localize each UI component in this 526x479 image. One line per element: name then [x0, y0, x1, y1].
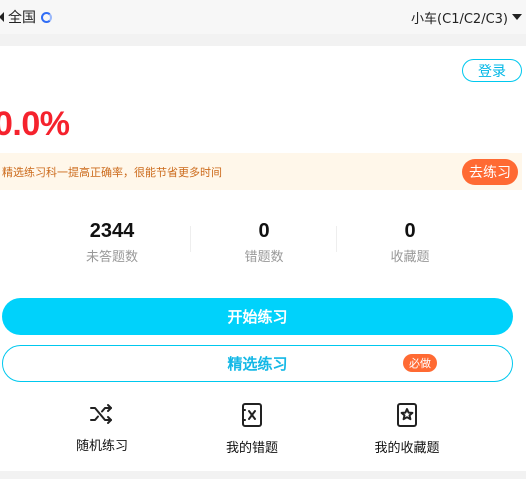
- login-button[interactable]: 登录: [462, 59, 522, 82]
- tip-text: 精选练习科一提高正确率，很能节省更多时间: [2, 166, 222, 179]
- wrong-note-icon: [242, 403, 262, 427]
- region-selector[interactable]: 全国: [0, 8, 52, 26]
- accuracy-rate: 0.0%: [0, 105, 70, 143]
- tool-label: 我的收藏题: [374, 441, 440, 456]
- my-favorites-entry[interactable]: 我的收藏题: [352, 402, 462, 456]
- stat-label: 错题数: [244, 250, 284, 265]
- stat-label: 未答题数: [85, 250, 138, 265]
- my-wrong-entry[interactable]: 我的错题: [197, 402, 307, 456]
- stat-value: 0: [258, 220, 270, 242]
- section-divider: [0, 34, 526, 46]
- go-practice-button[interactable]: 去练习: [462, 159, 518, 185]
- star-bookmark-icon: [397, 403, 417, 427]
- stat-divider: [336, 226, 337, 252]
- vehicle-selector[interactable]: 小车(C1/C2/C3): [411, 8, 522, 27]
- loading-ring-icon: [41, 11, 52, 23]
- shuffle-icon: [90, 404, 112, 424]
- stat-divider: [190, 226, 191, 252]
- tip-banner: 精选练习科一提高正确率，很能节省更多时间: [0, 153, 522, 190]
- chevron-down-icon: [512, 14, 522, 20]
- stat-unanswered[interactable]: 2344 未答题数: [42, 218, 182, 265]
- random-practice-entry[interactable]: 随机练习: [47, 402, 157, 454]
- start-practice-button[interactable]: 开始练习: [2, 298, 513, 335]
- top-bar: 全国 小车(C1/C2/C3): [0, 0, 526, 34]
- stat-label: 收藏题: [390, 250, 430, 265]
- tool-label: 我的错题: [225, 441, 278, 456]
- back-caret-icon: [0, 12, 4, 22]
- must-do-badge: 必做: [403, 354, 437, 372]
- stat-favorites[interactable]: 0 收藏题: [340, 218, 480, 265]
- region-label: 全国: [8, 10, 36, 26]
- tool-label: 随机练习: [75, 439, 128, 454]
- stat-value: 0: [404, 220, 416, 242]
- stat-value: 2344: [89, 220, 135, 242]
- vehicle-label: 小车(C1/C2/C3): [411, 11, 508, 27]
- section-divider: [0, 471, 526, 479]
- stat-wrong[interactable]: 0 错题数: [194, 218, 334, 265]
